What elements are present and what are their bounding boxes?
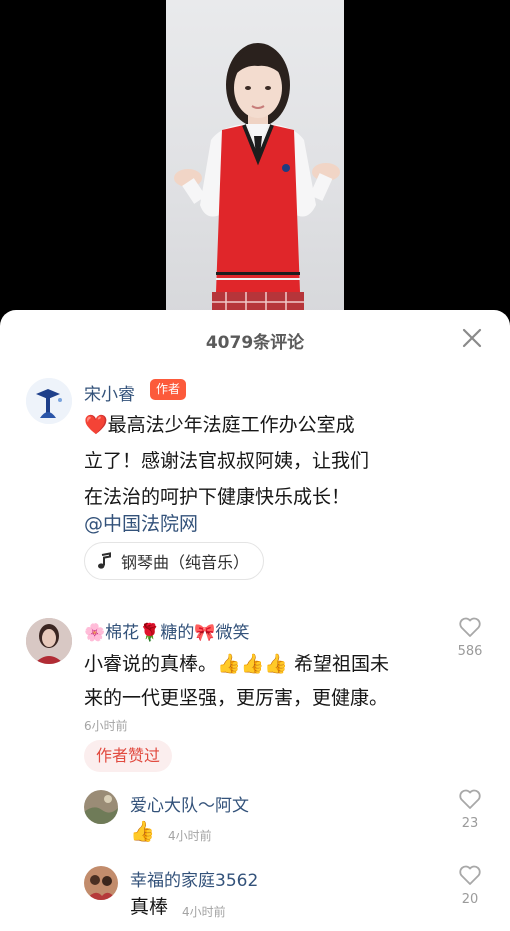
author-name[interactable]: 宋小睿 (84, 380, 135, 405)
comment-count: 4079条评论 (205, 333, 305, 353)
caption-line-2: 立了！感谢法官叔叔阿姨，让我们 (84, 450, 370, 472)
author-liked-badge: 作者赞过 (84, 740, 173, 772)
like-button[interactable]: 586 (455, 616, 485, 659)
video-player[interactable] (0, 0, 510, 330)
sheet-header: 4079条评论 (0, 310, 510, 366)
reply-text: 真棒 (130, 896, 169, 918)
music-title: 钢琴曲（纯音乐） (121, 553, 250, 572)
like-count: 586 (457, 644, 483, 659)
music-note-icon (98, 552, 111, 569)
author-tag: 作者 (150, 379, 187, 400)
commenter-name[interactable]: 🌸棉花🌹糖的🎀微笑 (84, 618, 250, 643)
comment-text-line-1: 小睿说的真棒。👍👍👍 希望祖国未 (84, 653, 390, 675)
reply-like-button[interactable]: 20 (455, 864, 485, 907)
portrait-avatar-image (26, 618, 72, 664)
comment-text-line-2: 来的一代更坚强，更厉害，更健康。 (84, 687, 389, 709)
reply-author-name[interactable]: 幸福的家庭3562 (130, 866, 258, 891)
post-caption: ❤️最高法少年法庭工作办公室成 立了！感谢法官叔叔阿姨，让我们 在法治的呵护下健… (84, 407, 414, 515)
family-photo-avatar-image (84, 866, 118, 900)
heart-outline-icon (459, 865, 481, 885)
heart-outline-icon (459, 789, 481, 809)
reply-author-name[interactable]: 爱心大队～阿文 (130, 791, 249, 816)
like-count: 23 (461, 816, 479, 831)
music-chip[interactable]: 钢琴曲（纯音乐） (84, 542, 265, 580)
reply-avatar[interactable] (84, 790, 118, 824)
reply-text: 👍 (130, 819, 155, 843)
like-count: 20 (461, 892, 479, 907)
author-avatar[interactable] (26, 378, 72, 424)
mention-link[interactable]: @中国法院网 (84, 509, 198, 536)
reply-time: 4小时前 (182, 905, 226, 919)
reply-avatar[interactable] (84, 866, 118, 900)
comment-time: 6小时前 (84, 719, 128, 733)
graduation-avatar-image (26, 378, 72, 424)
close-icon (462, 328, 482, 348)
landscape-avatar-image (84, 790, 118, 824)
comment-text: 小睿说的真棒。👍👍👍 希望祖国未 来的一代更坚强，更厉害，更健康。 (84, 647, 389, 715)
comment-sheet: 4079条评论 宋小睿 作者 ❤️最高法少年法庭工作办公室成 立了！感谢法官叔叔… (0, 310, 510, 931)
video-frame (166, 0, 344, 330)
reply-time: 4小时前 (168, 829, 212, 843)
reply-like-button[interactable]: 23 (455, 788, 485, 831)
close-button[interactable] (460, 326, 484, 350)
heart-outline-icon (459, 617, 481, 637)
girl-in-red-vest-image (174, 43, 340, 330)
commenter-avatar[interactable] (26, 618, 72, 664)
caption-line-1: 最高法少年法庭工作办公室成 (107, 414, 355, 436)
heart-emoji: ❤️ (84, 414, 108, 436)
